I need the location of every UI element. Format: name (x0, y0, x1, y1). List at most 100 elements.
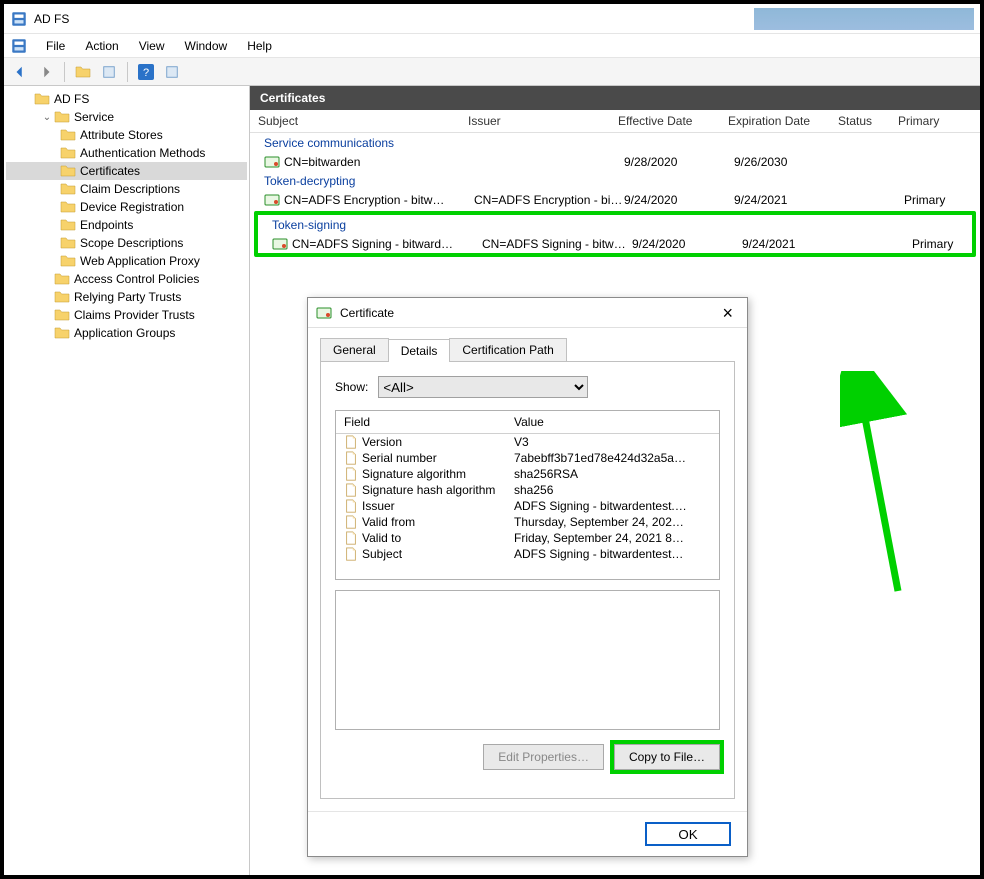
menu-file[interactable]: File (36, 37, 75, 55)
col-value[interactable]: Value (514, 415, 544, 429)
list-header: Subject Issuer Effective Date Expiration… (250, 110, 980, 133)
tree-service[interactable]: ⌄ Service (6, 108, 247, 126)
tree-item-authentication-methods[interactable]: Authentication Methods (6, 144, 247, 162)
folder-icon (60, 217, 76, 233)
field-icon (344, 499, 362, 513)
field-name: Serial number (362, 451, 514, 465)
tree-root[interactable]: AD FS (6, 90, 247, 108)
tab-general[interactable]: General (320, 338, 389, 361)
certificate-icon (272, 236, 290, 252)
col-primary[interactable]: Primary (898, 114, 958, 128)
field-row[interactable]: VersionV3 (336, 434, 719, 450)
certificate-row[interactable]: CN=bitwarden9/28/20209/26/2030 (250, 153, 980, 171)
tree-label: Authentication Methods (80, 146, 205, 160)
group-service-communications[interactable]: Service communications (250, 133, 980, 153)
group-token-signing[interactable]: Token-signing (258, 215, 972, 235)
tree-item-relying-party-trusts[interactable]: Relying Party Trusts (6, 288, 247, 306)
certificate-icon (316, 305, 334, 321)
tree-item-claims-provider-trusts[interactable]: Claims Provider Trusts (6, 306, 247, 324)
tab-details[interactable]: Details (388, 339, 451, 362)
tree-label: Attribute Stores (80, 128, 163, 142)
field-row[interactable]: Signature hash algorithmsha256 (336, 482, 719, 498)
field-row[interactable]: IssuerADFS Signing - bitwardentest.… (336, 498, 719, 514)
folder-icon (60, 127, 76, 143)
fields-list[interactable]: Field Value VersionV3Serial number7abebf… (335, 410, 720, 580)
show-hide-tree-button[interactable] (160, 61, 184, 83)
field-icon (344, 483, 362, 497)
field-row[interactable]: Signature algorithmsha256RSA (336, 466, 719, 482)
toolbar (4, 58, 980, 86)
certificate-icon (264, 154, 282, 170)
tree-item-application-groups[interactable]: Application Groups (6, 324, 247, 342)
tree-label: Relying Party Trusts (74, 290, 181, 304)
field-name: Subject (362, 547, 514, 561)
group-token-decrypting[interactable]: Token-decrypting (250, 171, 980, 191)
ok-button[interactable]: OK (645, 822, 731, 846)
field-value: sha256 (514, 483, 711, 497)
field-row[interactable]: Valid fromThursday, September 24, 202… (336, 514, 719, 530)
back-button[interactable] (8, 61, 32, 83)
field-row[interactable]: Valid toFriday, September 24, 2021 8… (336, 530, 719, 546)
tree-item-claim-descriptions[interactable]: Claim Descriptions (6, 180, 247, 198)
cell-primary: Primary (904, 193, 964, 207)
tree-label: Application Groups (74, 326, 175, 340)
folder-icon (54, 289, 70, 305)
cell-expiration: 9/26/2030 (734, 155, 844, 169)
col-effective[interactable]: Effective Date (618, 114, 728, 128)
certificate-icon (264, 192, 282, 208)
certificate-row[interactable]: CN=ADFS Encryption - bitw…CN=ADFS Encryp… (250, 191, 980, 209)
folder-icon (54, 307, 70, 323)
field-name: Issuer (362, 499, 514, 513)
tree-label: Certificates (80, 164, 140, 178)
tree-expander-icon[interactable]: ⌄ (40, 112, 54, 123)
field-row[interactable]: SubjectADFS Signing - bitwardentest… (336, 546, 719, 562)
tree-item-device-registration[interactable]: Device Registration (6, 198, 247, 216)
title-bar: AD FS (4, 4, 980, 34)
tree-item-endpoints[interactable]: Endpoints (6, 216, 247, 234)
tree-label: AD FS (54, 92, 89, 106)
col-field[interactable]: Field (344, 415, 514, 429)
tree-item-attribute-stores[interactable]: Attribute Stores (6, 126, 247, 144)
tab-certification-path[interactable]: Certification Path (449, 338, 566, 361)
refresh-button[interactable] (97, 61, 121, 83)
help-button[interactable] (134, 61, 158, 83)
navigation-tree[interactable]: AD FS ⌄ Service Attribute Stores Authenti… (4, 86, 250, 875)
certificate-row[interactable]: CN=ADFS Signing - bitward…CN=ADFS Signin… (258, 235, 972, 253)
field-value-box[interactable] (335, 590, 720, 730)
field-value: ADFS Signing - bitwardentest… (514, 547, 711, 561)
show-label: Show: (335, 380, 368, 394)
menu-view[interactable]: View (129, 37, 175, 55)
menu-help[interactable]: Help (237, 37, 282, 55)
field-name: Version (362, 435, 514, 449)
field-row[interactable]: Serial number7abebff3b71ed78e424d32a5a… (336, 450, 719, 466)
folder-icon (60, 235, 76, 251)
tree-label: Web Application Proxy (80, 254, 200, 268)
pane-title: Certificates (250, 86, 980, 110)
app-icon (10, 10, 28, 28)
col-status[interactable]: Status (838, 114, 898, 128)
folder-icon (54, 271, 70, 287)
toolbar-separator (64, 62, 65, 82)
menu-window[interactable]: Window (175, 37, 238, 55)
tree-label: Access Control Policies (74, 272, 199, 286)
tree-item-certificates[interactable]: Certificates (6, 162, 247, 180)
window-title: AD FS (34, 12, 69, 26)
col-issuer[interactable]: Issuer (468, 114, 618, 128)
dialog-titlebar[interactable]: Certificate × (308, 298, 747, 328)
tree-item-scope-descriptions[interactable]: Scope Descriptions (6, 234, 247, 252)
col-subject[interactable]: Subject (258, 114, 468, 128)
field-value: Thursday, September 24, 202… (514, 515, 711, 529)
menu-action[interactable]: Action (75, 37, 128, 55)
field-name: Signature hash algorithm (362, 483, 514, 497)
up-folder-button[interactable] (71, 61, 95, 83)
copy-to-file-button[interactable]: Copy to File… (614, 744, 720, 770)
forward-button[interactable] (34, 61, 58, 83)
tree-item-web-application-proxy[interactable]: Web Application Proxy (6, 252, 247, 270)
close-icon[interactable]: × (716, 302, 739, 324)
field-icon (344, 467, 362, 481)
dialog-tabs: General Details Certification Path (308, 328, 747, 361)
tree-item-access-control-policies[interactable]: Access Control Policies (6, 270, 247, 288)
show-select[interactable]: <All> (378, 376, 588, 398)
annotation-arrow (840, 371, 920, 601)
col-expiration[interactable]: Expiration Date (728, 114, 838, 128)
